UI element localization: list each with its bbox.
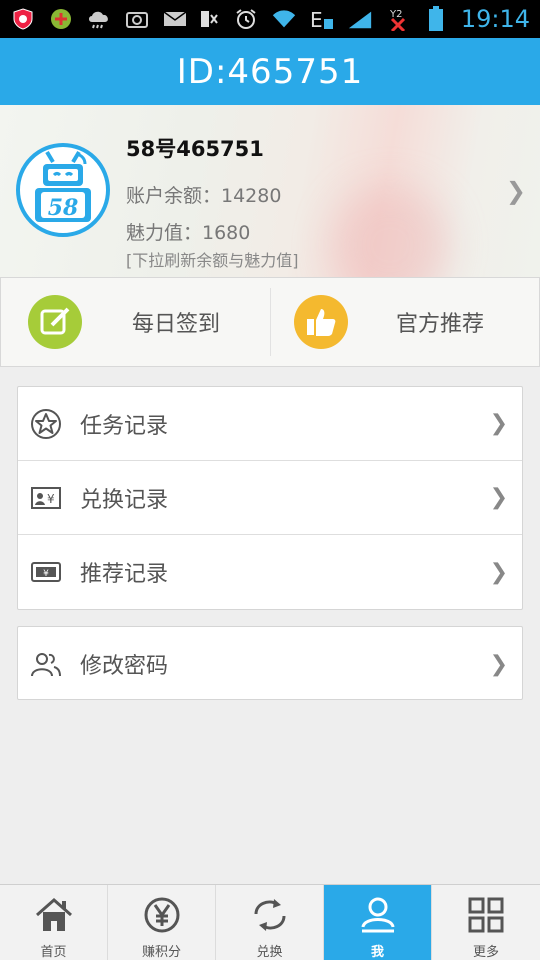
menu-label-task-records: 任务记录 xyxy=(80,413,169,439)
menu-label-exchange-records: 兑换记录 xyxy=(80,487,169,513)
ticket-icon: ¥ xyxy=(29,555,63,589)
data-e-icon: E xyxy=(309,8,335,30)
chevron-right-icon: ❯ xyxy=(505,177,526,205)
vibrate-icon xyxy=(195,8,221,30)
nav-tab-exchange[interactable]: 兑换 xyxy=(216,885,324,960)
grid-icon xyxy=(464,893,508,937)
thumbs-up-icon xyxy=(294,295,348,349)
chevron-right-icon: ❯ xyxy=(489,651,508,677)
nav-tab-earn-points[interactable]: 赚积分 xyxy=(108,885,216,960)
yen-card-icon: ¥ xyxy=(29,481,63,515)
page-title: ID:465751 xyxy=(0,38,540,105)
svg-text:¥: ¥ xyxy=(43,569,49,579)
nav-label-exchange: 兑换 xyxy=(256,945,283,960)
status-bar-right: E Y2 19:14 xyxy=(195,5,530,33)
menu-item-task-records[interactable]: 任务记录 ❯ xyxy=(18,387,522,461)
official-recommend-button[interactable]: 官方推荐 xyxy=(270,278,539,366)
nav-tab-home[interactable]: 首页 xyxy=(0,885,108,960)
status-bar-left xyxy=(10,8,188,30)
nav-label-earn-points: 赚积分 xyxy=(141,945,181,960)
chevron-right-icon: ❯ xyxy=(489,559,508,585)
edit-icon xyxy=(28,295,82,349)
nav-label-home: 首页 xyxy=(40,945,67,960)
svg-text:Y2: Y2 xyxy=(389,9,402,20)
nav-tab-more[interactable]: 更多 xyxy=(432,885,540,960)
status-bar: E Y2 19:14 xyxy=(0,0,540,38)
chevron-right-icon: ❯ xyxy=(489,485,508,510)
signal-2-icon: Y2 xyxy=(385,8,411,31)
charm-value: 魅力值：1680 xyxy=(126,222,251,244)
records-menu: 任务记录 ❯ ¥ 兑换记录 ❯ ¥ 推荐记录 ❯ xyxy=(17,386,523,610)
profile-card[interactable]: 58 58号465751 账户余额：14280 魅力值：1680 [下拉刷新余额… xyxy=(0,105,540,277)
home-icon xyxy=(32,893,76,937)
shield-icon xyxy=(10,8,36,30)
daily-checkin-button[interactable]: 每日签到 xyxy=(1,278,270,366)
star-icon xyxy=(29,407,63,441)
svg-text:¥: ¥ xyxy=(47,492,55,506)
users-icon xyxy=(29,647,63,681)
alarm-icon xyxy=(233,8,259,30)
nav-label-more: 更多 xyxy=(472,945,499,960)
cloud-icon xyxy=(86,8,112,30)
nav-label-me: 我 xyxy=(370,945,384,960)
menu-item-exchange-records[interactable]: ¥ 兑换记录 ❯ xyxy=(18,461,522,535)
nav-tab-me[interactable]: 我 xyxy=(324,885,432,960)
battery-icon xyxy=(423,6,449,31)
account-balance: 账户余额：14280 xyxy=(126,185,282,207)
signal-1-icon xyxy=(347,8,373,30)
mail-icon xyxy=(162,8,188,30)
robot-logo-icon: 58 xyxy=(35,150,91,222)
profile-name: 58号465751 xyxy=(126,137,264,161)
menu-label-recommend-records: 推荐记录 xyxy=(80,562,169,587)
chevron-right-icon: ❯ xyxy=(489,411,508,436)
wifi-icon xyxy=(271,8,297,30)
yen-circle-icon xyxy=(140,893,184,937)
password-menu: 修改密码 ❯ xyxy=(17,626,523,700)
camera-icon xyxy=(124,8,150,30)
bottom-nav: 首页 赚积分 兑换 我 更多 xyxy=(0,884,540,960)
refresh-hint: [下拉刷新余额与魅力值] xyxy=(126,251,299,270)
svg-text:E: E xyxy=(310,8,323,30)
avatar-text: 58 xyxy=(48,195,79,221)
daily-checkin-label: 每日签到 xyxy=(132,312,221,337)
official-recommend-label: 官方推荐 xyxy=(396,312,485,337)
quick-actions: 每日签到 官方推荐 xyxy=(0,277,540,367)
plus-circle-icon xyxy=(48,8,74,30)
avatar: 58 xyxy=(16,143,110,237)
menu-item-change-password[interactable]: 修改密码 ❯ xyxy=(18,627,522,701)
menu-item-recommend-records[interactable]: ¥ 推荐记录 ❯ xyxy=(18,535,522,609)
status-time: 19:14 xyxy=(460,5,530,33)
refresh-icon xyxy=(248,893,292,937)
user-icon xyxy=(356,893,400,937)
menu-label-change-password: 修改密码 xyxy=(80,654,169,679)
